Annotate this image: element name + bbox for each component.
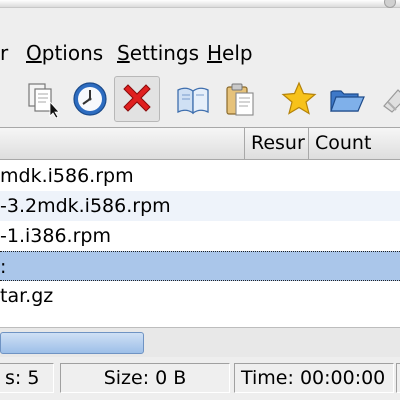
book-button[interactable] [170,76,216,122]
schedule-button[interactable] [67,76,113,122]
list-item[interactable]: tar.gz [0,281,400,311]
star-icon [281,81,317,115]
partial-icon [383,89,400,113]
list-header: Resur Count [0,128,400,160]
clipboard-icon [226,83,254,116]
menu-help[interactable]: Help [207,41,253,65]
file-name: : [0,256,7,278]
copy-button[interactable] [20,76,66,122]
statusbar: s: 5 Size: 0 B Time: 00:00:00 [0,361,400,397]
delete-button[interactable] [114,76,160,122]
horizontal-scrollbar[interactable] [0,327,400,357]
copy-cursor-icon [28,83,60,118]
menubar: r Options Settings Help [0,38,400,70]
window-titlebar [0,0,400,8]
column-header-count[interactable]: Count [308,128,400,159]
open-folder-icon [330,90,365,112]
list-item-selected[interactable]: : [0,251,400,281]
favorite-button[interactable] [276,76,322,122]
column-header-name[interactable] [0,128,244,159]
status-size: Size: 0 B [60,363,230,393]
status-extra [396,363,400,393]
file-name: mdk.i586.rpm [0,165,134,187]
menu-partial[interactable]: r [0,41,8,65]
book-icon [177,87,209,115]
clock-icon [73,82,107,116]
menu-settings[interactable]: Settings [117,41,199,65]
list-item[interactable]: -3.2mdk.i586.rpm [0,191,400,221]
file-name: -1.i386.rpm [0,225,111,247]
status-files: s: 5 [0,363,54,393]
transfer-list[interactable]: Resur Count mdk.i586.rpm -3.2mdk.i586.rp… [0,127,400,357]
paste-button[interactable] [217,76,263,122]
delete-x-icon [123,84,151,112]
column-header-resume[interactable]: Resur [244,128,308,159]
status-time: Time: 00:00:00 [234,363,394,393]
file-name: -3.2mdk.i586.rpm [0,195,171,217]
file-name: tar.gz [0,285,54,307]
menu-options[interactable]: Options [26,41,103,65]
scrollbar-thumb[interactable] [0,332,144,354]
list-item[interactable]: mdk.i586.rpm [0,161,400,191]
more-button[interactable] [372,76,400,122]
toolbar [0,74,400,124]
list-rows: mdk.i586.rpm -3.2mdk.i586.rpm -1.i386.rp… [0,161,400,311]
titlebar-button[interactable] [384,0,396,8]
list-item[interactable]: -1.i386.rpm [0,221,400,251]
open-button[interactable] [324,76,370,122]
